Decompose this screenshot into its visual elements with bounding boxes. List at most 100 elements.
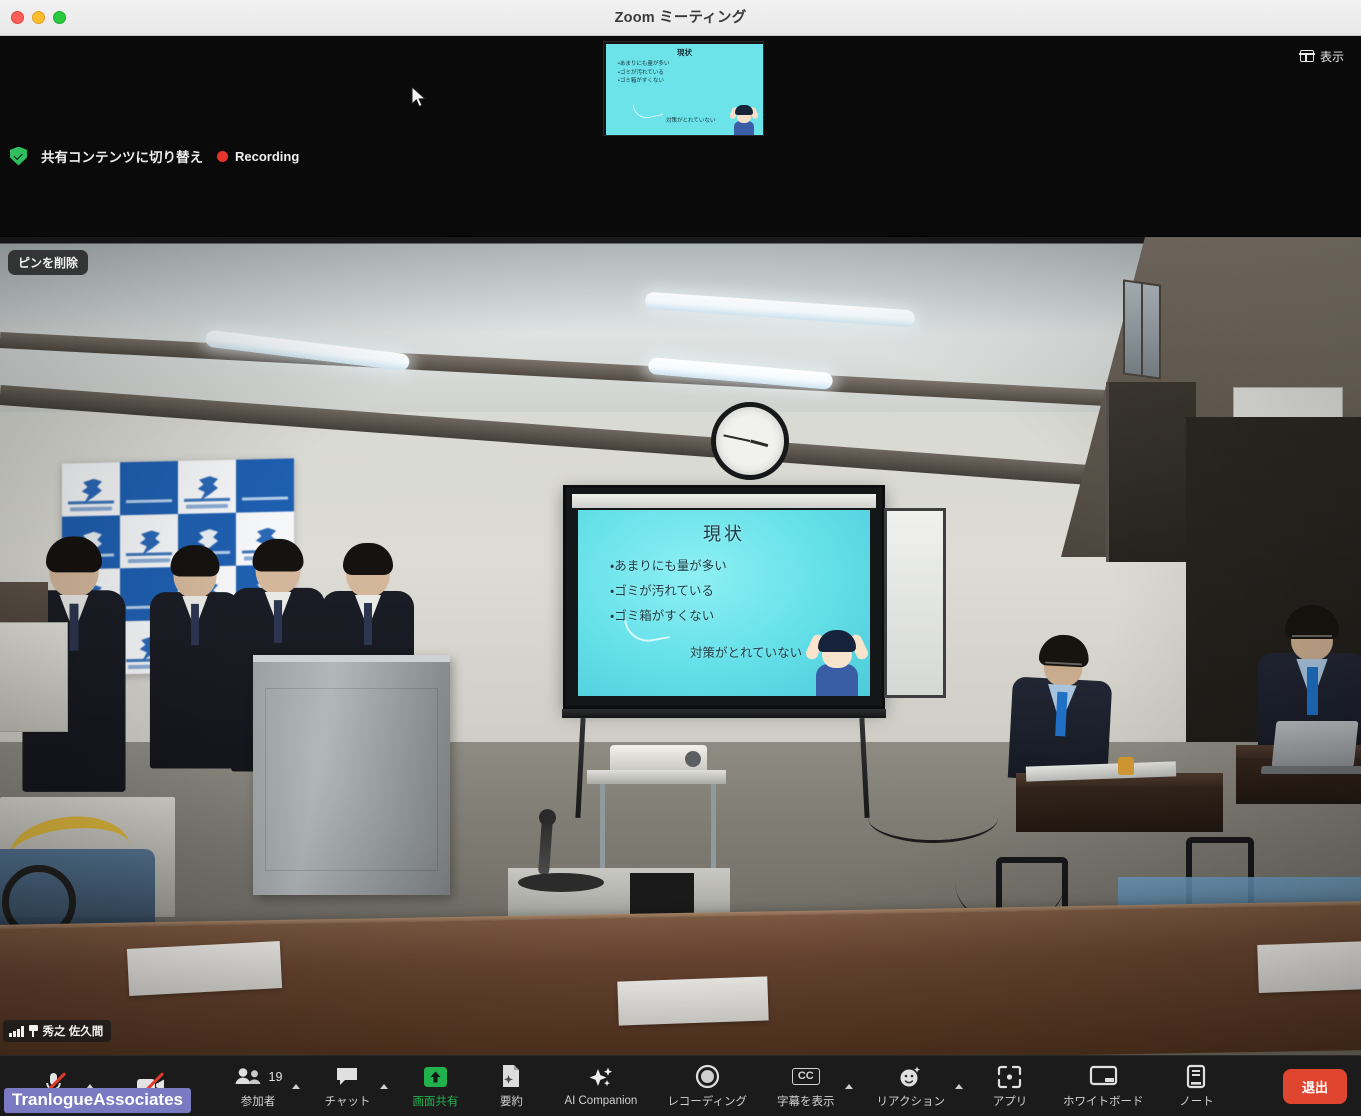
microphone-base xyxy=(518,873,604,892)
projected-slide-note: 対策がとれていない xyxy=(690,642,802,661)
notes-icon xyxy=(1185,1063,1207,1090)
share-up-arrow-icon xyxy=(422,1063,449,1090)
whiteboard-label: ホワイトボード xyxy=(1063,1093,1144,1109)
grid-icon xyxy=(1300,50,1314,62)
screen-top-bar xyxy=(572,494,876,508)
screen-stand xyxy=(562,709,886,718)
participant-name-text: 秀之 佐久間 xyxy=(43,1023,104,1039)
pinned-video-tile[interactable]: 現状 あまりにも量が多い ゴミが汚れている ゴミ箱がすくない 対策がとれていない xyxy=(0,237,1361,1055)
side-desk-front xyxy=(1016,786,1223,832)
unpin-button[interactable]: ピンを削除 xyxy=(8,250,88,275)
maximize-window-button[interactable] xyxy=(53,11,66,24)
cc-icon-text: CC xyxy=(792,1068,820,1085)
toolbar-right-group: 退出 xyxy=(1273,1069,1347,1104)
apps-bracket-icon xyxy=(997,1063,1022,1090)
close-window-button[interactable] xyxy=(11,11,24,24)
shared-content-thumbnail[interactable]: 現状 あまりにも量が多い ゴミが汚れている ゴミ箱がすくない 対策がとれていない xyxy=(603,41,764,136)
chat-options-chevron-icon[interactable] xyxy=(380,1084,388,1089)
projector-table xyxy=(587,770,726,784)
captions-controls: CC 字幕を表示 xyxy=(771,1058,853,1114)
foreground-document xyxy=(127,941,282,996)
projected-slide-character-icon xyxy=(810,630,864,696)
room-window xyxy=(1123,279,1161,379)
traffic-light-controls xyxy=(11,11,66,24)
captions-options-chevron-icon[interactable] xyxy=(845,1084,853,1089)
participants-label: 参加者 xyxy=(241,1093,276,1109)
summary-button[interactable]: 要約 xyxy=(482,1058,540,1114)
projected-slide-title: 現状 xyxy=(578,520,870,546)
whiteboard-button[interactable]: ホワイトボード xyxy=(1057,1058,1150,1114)
signal-bars-icon xyxy=(9,1026,24,1037)
projected-slide: 現状 あまりにも量が多い ゴミが汚れている ゴミ箱がすくない 対策がとれていない xyxy=(578,510,870,696)
reactions-label: リアクション xyxy=(877,1093,945,1109)
people-icon: 19 xyxy=(234,1063,283,1090)
projected-slide-bullet: あまりにも量が多い xyxy=(610,554,727,579)
laptop-device xyxy=(1272,721,1359,767)
share-screen-label: 画面共有 xyxy=(412,1093,458,1109)
projected-slide-bullet: ゴミが汚れている xyxy=(610,579,727,604)
share-screen-button[interactable]: 画面共有 xyxy=(406,1058,464,1114)
projected-slide-bullets: あまりにも量が多い ゴミが汚れている ゴミ箱がすくない xyxy=(610,554,727,629)
chat-controls: チャット xyxy=(318,1058,388,1114)
chat-button[interactable]: チャット xyxy=(318,1058,376,1114)
shared-slide-bullet: ゴミが汚れている xyxy=(618,69,669,78)
shared-slide-bullet: ゴミ箱がすくない xyxy=(618,77,669,86)
participants-options-chevron-icon[interactable] xyxy=(292,1084,300,1089)
podium xyxy=(253,655,450,895)
projected-slide-squiggle-icon xyxy=(624,613,670,646)
shared-slide-bullets: あまりにも量が多い ゴミが汚れている ゴミ箱がすくない xyxy=(618,60,669,86)
apps-button[interactable]: アプリ xyxy=(981,1058,1039,1114)
shield-check-icon xyxy=(10,147,27,166)
document-sparkle-icon xyxy=(500,1063,522,1090)
reactions-controls: リアクション xyxy=(871,1058,963,1114)
desk-cup xyxy=(1118,757,1134,775)
room-door xyxy=(1106,382,1196,562)
meeting-room-scene: 現状 あまりにも量が多い ゴミが汚れている ゴミ箱がすくない 対策がとれていない xyxy=(0,237,1361,1055)
shared-slide-preview: 現状 あまりにも量が多い ゴミが汚れている ゴミ箱がすくない 対策がとれていない xyxy=(606,44,763,135)
captions-label: 字幕を表示 xyxy=(777,1093,835,1109)
participants-count: 19 xyxy=(269,1070,283,1084)
reactions-options-chevron-icon[interactable] xyxy=(955,1084,963,1089)
recording-indicator[interactable]: Recording xyxy=(217,149,299,164)
cc-icon: CC xyxy=(792,1063,820,1090)
switch-to-shared-content-button[interactable]: 共有コンテンツに切り替え xyxy=(41,146,203,166)
shared-slide-squiggle-icon xyxy=(633,99,664,120)
recording-button[interactable]: レコーディング xyxy=(661,1058,753,1114)
zoom-meeting-window: Zoom ミーティング 現状 あまりにも量が多い ゴミが汚れている ゴミ箱がすく… xyxy=(0,0,1361,1116)
floor-cable xyxy=(868,793,998,843)
recording-label: レコーディング xyxy=(667,1093,747,1109)
emoji-plus-icon xyxy=(898,1063,923,1090)
chat-bubble-icon xyxy=(335,1063,359,1090)
toolbar-center-group: 19 参加者 チャット xyxy=(228,1058,1226,1114)
participants-controls: 19 参加者 xyxy=(228,1058,301,1114)
recording-dot-icon xyxy=(217,151,228,162)
pin-icon xyxy=(29,1025,38,1037)
summary-label: 要約 xyxy=(500,1093,523,1109)
record-circle-icon xyxy=(695,1063,720,1090)
participants-button[interactable]: 19 参加者 xyxy=(228,1058,289,1114)
shared-slide-note: 対策がとれていない xyxy=(666,116,715,124)
minimize-window-button[interactable] xyxy=(32,11,45,24)
window-titlebar: Zoom ミーティング xyxy=(0,0,1361,36)
whiteboard-icon xyxy=(1089,1063,1118,1090)
shared-slide-character-icon xyxy=(731,105,757,135)
foreground-document xyxy=(1257,941,1361,993)
window-title: Zoom ミーティング xyxy=(0,0,1361,36)
shared-slide-bullet: あまりにも量が多い xyxy=(618,60,669,69)
view-button[interactable]: 表示 xyxy=(1291,44,1353,68)
notes-label: ノート xyxy=(1179,1093,1214,1109)
ai-companion-button[interactable]: AI Companion xyxy=(558,1058,643,1114)
shared-content-stage: 現状 あまりにも量が多い ゴミが汚れている ゴミ箱がすくない 対策がとれていない… xyxy=(0,36,1361,236)
leave-meeting-button[interactable]: 退出 xyxy=(1283,1069,1347,1104)
reactions-button[interactable]: リアクション xyxy=(871,1058,951,1114)
sparkles-icon xyxy=(587,1065,615,1092)
captions-button[interactable]: CC 字幕を表示 xyxy=(771,1058,841,1114)
notes-button[interactable]: ノート xyxy=(1167,1058,1225,1114)
projection-screen: 現状 あまりにも量が多い ゴミが汚れている ゴミ箱がすくない 対策がとれていない xyxy=(563,485,885,709)
ai-companion-label: AI Companion xyxy=(564,1095,637,1107)
chat-label: チャット xyxy=(324,1093,370,1109)
participant-name-label: 秀之 佐久間 xyxy=(3,1020,111,1042)
foreground-document xyxy=(617,976,768,1025)
wall-clock-icon xyxy=(711,402,789,480)
view-button-label: 表示 xyxy=(1320,48,1344,65)
